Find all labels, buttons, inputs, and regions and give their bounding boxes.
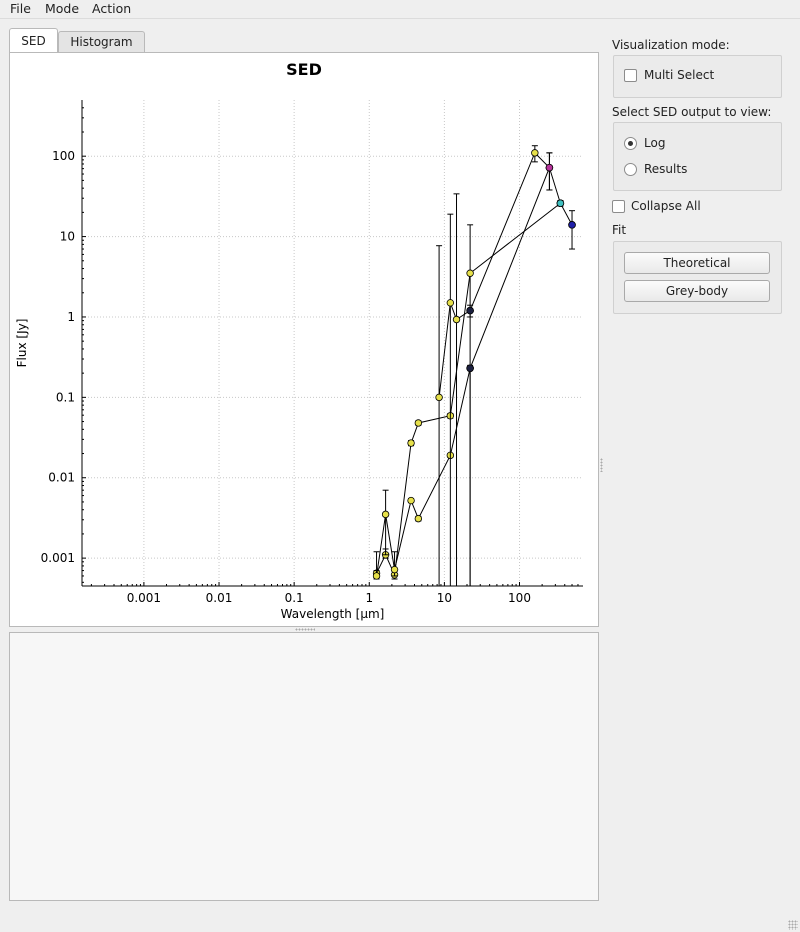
details-panel bbox=[9, 632, 599, 901]
data-point bbox=[390, 565, 399, 574]
collapse-all-label[interactable]: Collapse All bbox=[631, 199, 701, 213]
highlighted-point bbox=[466, 364, 474, 373]
series-line bbox=[376, 202, 561, 577]
x-tick-label: 0.1 bbox=[285, 591, 304, 605]
menu-action[interactable]: Action bbox=[92, 1, 131, 16]
menu-bar: File Mode Action bbox=[0, 0, 800, 19]
highlighted-point bbox=[545, 163, 554, 172]
data-point bbox=[452, 315, 461, 324]
sed-output-group: Log Results bbox=[613, 122, 782, 191]
horizontal-splitter-handle[interactable] bbox=[295, 628, 315, 631]
data-point bbox=[381, 510, 390, 519]
data-point bbox=[414, 514, 423, 523]
y-tick-label: 100 bbox=[52, 149, 75, 163]
highlighted-point bbox=[466, 306, 474, 315]
fit-label: Fit bbox=[612, 223, 627, 237]
highlighted-point bbox=[568, 221, 576, 229]
y-tick-label: 0.01 bbox=[48, 471, 75, 485]
y-tick-label: 10 bbox=[60, 230, 75, 244]
sed-output-label: Select SED output to view: bbox=[612, 105, 772, 119]
collapse-all-checkbox[interactable] bbox=[612, 200, 625, 213]
menu-mode[interactable]: Mode bbox=[45, 1, 79, 16]
x-tick-label: 0.01 bbox=[206, 591, 233, 605]
tab-sed[interactable]: SED bbox=[9, 28, 58, 52]
menu-file[interactable]: File bbox=[10, 1, 31, 16]
tab-histogram[interactable]: Histogram bbox=[58, 31, 145, 52]
visualization-mode-label: Visualization mode: bbox=[612, 38, 730, 52]
sed-chart[interactable]: SED 0.001 0.01 0.1 1 10 100 0.001 0.01 0.1 1 10 100 W… bbox=[10, 53, 598, 626]
data-point bbox=[435, 393, 443, 402]
x-axis-label: Wavelength [µm] bbox=[281, 607, 385, 621]
resize-grip[interactable] bbox=[788, 920, 798, 930]
vertical-splitter-handle[interactable] bbox=[600, 458, 603, 472]
visualization-mode-group: Multi Select bbox=[613, 55, 782, 98]
theoretical-button[interactable]: Theoretical bbox=[624, 252, 770, 274]
data-point bbox=[466, 269, 474, 277]
y-axis-label: Flux [Jy] bbox=[15, 319, 29, 368]
y-tick-label: 0.1 bbox=[56, 390, 75, 404]
data-point bbox=[407, 496, 415, 505]
data-point bbox=[372, 572, 381, 580]
chart-title: SED bbox=[286, 60, 322, 79]
radio-log[interactable] bbox=[624, 137, 637, 150]
radio-log-label[interactable]: Log bbox=[644, 136, 665, 150]
data-point bbox=[531, 149, 539, 157]
radio-results[interactable] bbox=[624, 163, 637, 176]
highlighted-point bbox=[556, 199, 565, 208]
data-point bbox=[414, 419, 423, 427]
radio-results-label[interactable]: Results bbox=[644, 162, 687, 176]
data-point bbox=[407, 439, 415, 447]
x-tick-label: 1 bbox=[365, 591, 373, 605]
grey-body-button[interactable]: Grey-body bbox=[624, 280, 770, 302]
sed-plot-panel: SED 0.001 0.01 0.1 1 10 100 0.001 0.01 0.1 1 10 100 W… bbox=[9, 52, 599, 627]
y-tick-label: 1 bbox=[67, 310, 75, 324]
data-point bbox=[446, 299, 455, 307]
multi-select-label[interactable]: Multi Select bbox=[644, 68, 714, 82]
y-tick-label: 0.001 bbox=[41, 551, 75, 565]
x-tick-label: 0.001 bbox=[127, 591, 161, 605]
x-tick-label: 10 bbox=[437, 591, 452, 605]
x-tick-label: 100 bbox=[508, 591, 531, 605]
multi-select-checkbox[interactable] bbox=[624, 69, 637, 82]
